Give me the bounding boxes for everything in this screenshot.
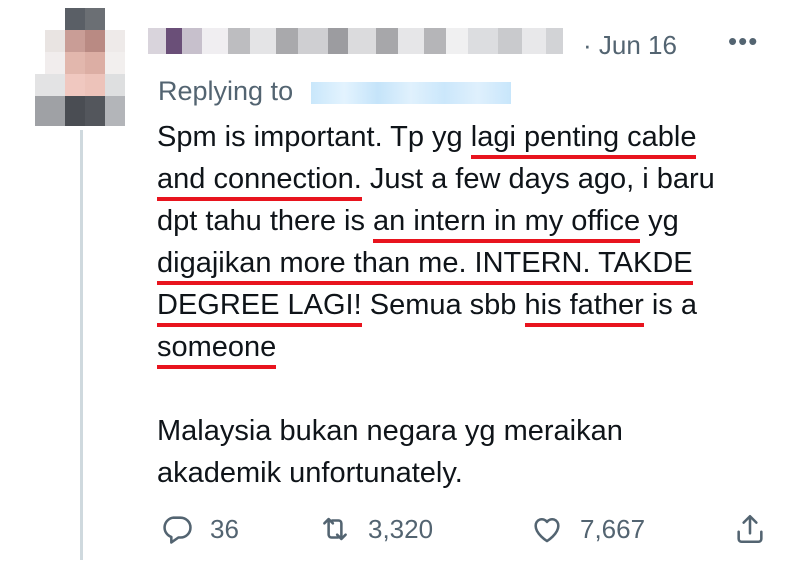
share-icon — [737, 514, 763, 544]
tweet-line: digajikan more than me. INTERN. TAKDE — [157, 242, 777, 285]
replying-to-label: Replying to — [158, 76, 294, 106]
red-underlined-text: digajikan more than me. INTERN. TAKDE — [157, 247, 693, 285]
tweet-text-segment: yg — [640, 205, 679, 237]
tweet-text-segment: is a — [643, 289, 697, 321]
tweet-text-segment: Semua sbb — [361, 289, 525, 321]
retweet-button[interactable]: 3,320 — [318, 512, 433, 546]
tweet-paragraph-1: Spm is important. Tp yg lagi penting cab… — [157, 116, 777, 369]
author-name-redacted[interactable] — [148, 28, 563, 54]
like-button[interactable]: 7,667 — [530, 512, 645, 546]
date-separator: · — [583, 30, 592, 60]
tweet-text-segment: Just a few days ago, i baru — [361, 163, 715, 195]
reply-icon — [163, 516, 192, 544]
red-underlined-text: his father — [524, 289, 644, 327]
red-underlined-text: an intern in my office — [373, 205, 641, 243]
tweet-line: dpt tahu there is an intern in my office… — [157, 200, 777, 243]
avatar[interactable] — [35, 8, 125, 128]
tweet-paragraph-2: Malaysia bukan negara yg meraikan akadem… — [157, 410, 777, 494]
red-underlined-text: DEGREE LAGI! — [157, 289, 362, 327]
tweet-actions: 36 3,320 7,667 — [0, 512, 800, 552]
tweet-text-segment: dpt tahu there is — [157, 205, 374, 237]
tweet-date[interactable]: Jun 16 — [599, 30, 677, 60]
tweet-line: Spm is important. Tp yg lagi penting cab… — [157, 116, 777, 159]
more-options-icon[interactable]: ••• — [728, 26, 758, 57]
replied-handle-redacted[interactable] — [311, 82, 511, 104]
tweet-line: and connection. Just a few days ago, i b… — [157, 158, 777, 201]
like-count: 7,667 — [580, 513, 646, 544]
tweet-line: Malaysia bukan negara yg meraikan — [157, 415, 623, 447]
retweet-count: 3,320 — [368, 513, 434, 544]
tweet-line: akademik unfortunately. — [157, 457, 463, 489]
red-underlined-text: lagi penting cable — [470, 121, 697, 159]
red-underlined-text: someone — [157, 331, 277, 369]
tweet-line: DEGREE LAGI! Semua sbb his father is a — [157, 284, 777, 327]
reply-button[interactable]: 36 — [160, 512, 239, 546]
tweet-text: Spm is important. Tp yg lagi penting cab… — [157, 116, 777, 494]
retweet-icon — [323, 517, 347, 541]
reply-count: 36 — [210, 513, 239, 544]
tweet-line: someone — [157, 326, 777, 369]
thread-line — [80, 130, 83, 560]
tweet-meta: · Jun 16 — [583, 30, 677, 61]
heart-icon — [534, 517, 560, 543]
tweet-text-segment: Spm is important. Tp yg — [157, 121, 471, 153]
share-button[interactable] — [733, 512, 783, 546]
red-underlined-text: and connection. — [157, 163, 362, 201]
